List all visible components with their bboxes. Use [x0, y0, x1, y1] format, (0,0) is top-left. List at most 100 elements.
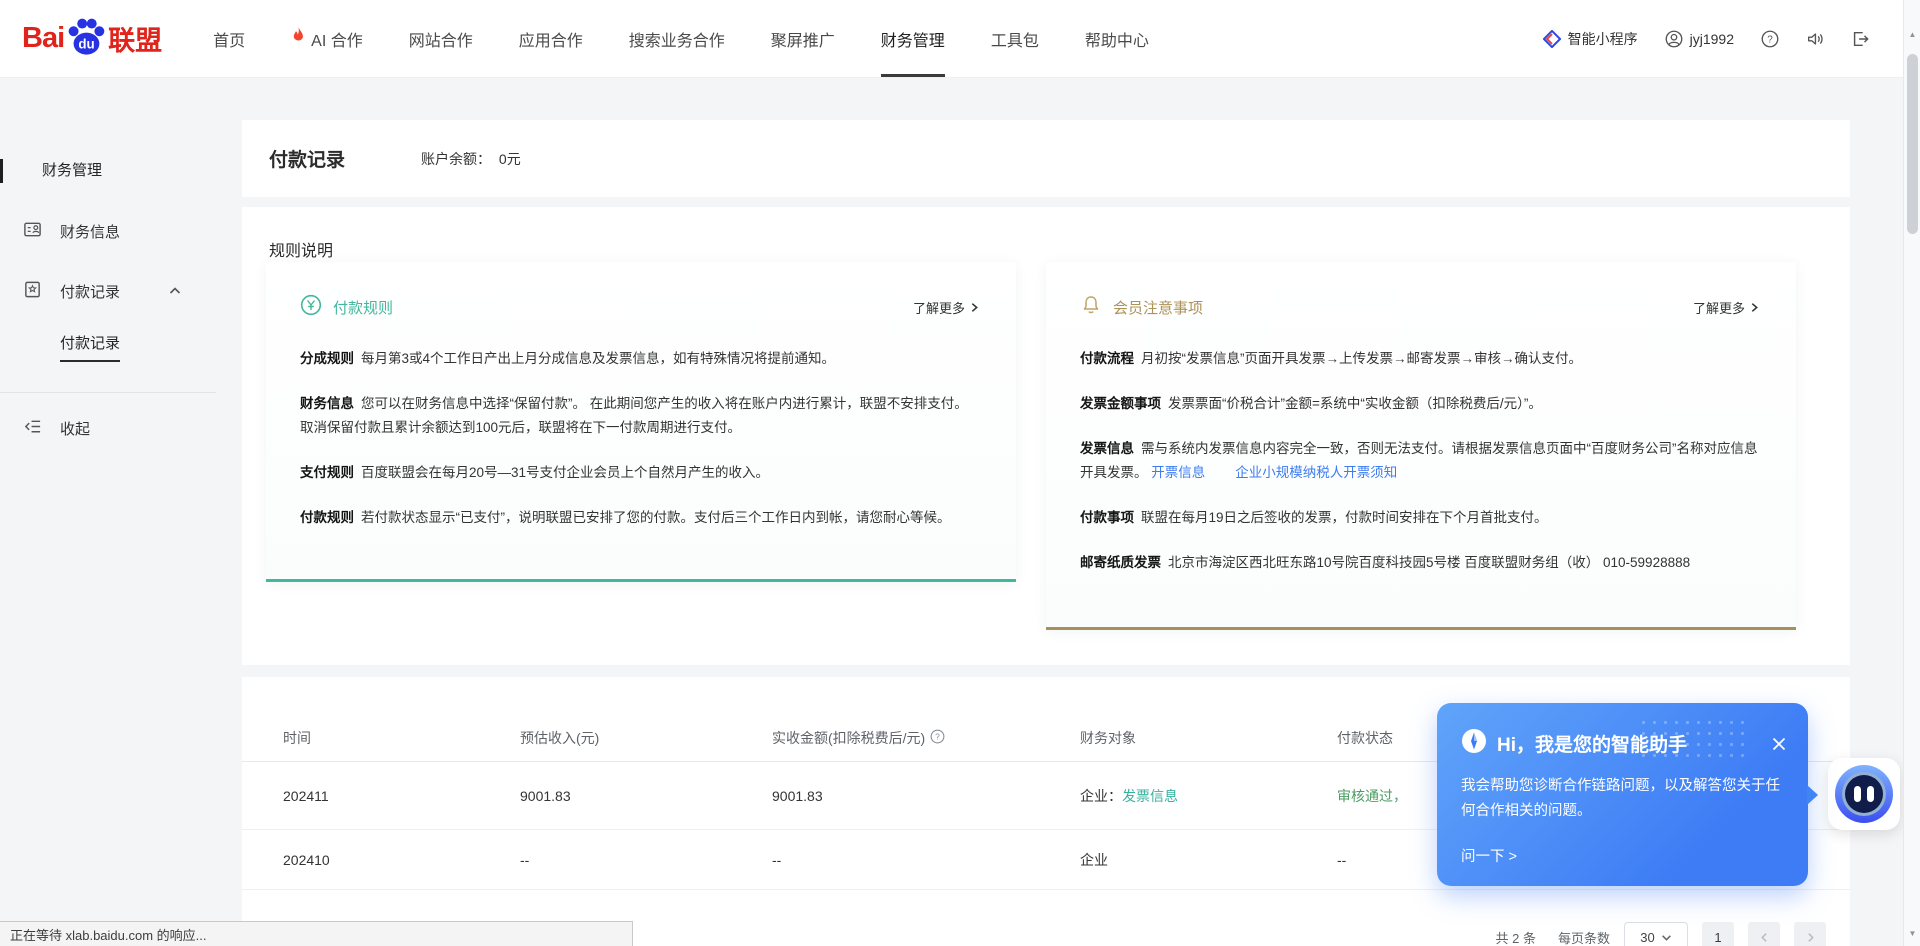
- page: Bai du 联盟 首页 AI 合作: [0, 0, 1920, 946]
- sound-icon[interactable]: [1806, 30, 1824, 48]
- assistant-title: Hi，我是您的智能助手: [1497, 730, 1687, 757]
- scroll-up-arrow-icon[interactable]: ▲: [1904, 26, 1920, 43]
- flame-icon: [291, 27, 306, 50]
- rule-item: 分成规则每月第3或4个工作日产出上月分成信息及发票信息，如有特殊情况将提前通知。: [300, 347, 980, 371]
- nav-label: 网站合作: [409, 27, 473, 51]
- invoice-info-table-link[interactable]: 发票信息: [1122, 786, 1178, 806]
- baidu-union-logo[interactable]: Bai du 联盟: [22, 15, 162, 62]
- assistant-robot-button[interactable]: [1828, 758, 1900, 830]
- nav-label: 工具包: [991, 27, 1039, 51]
- user-account[interactable]: jyj1992: [1665, 30, 1734, 48]
- sidebar: 财务管理 财务信息 付款记录: [0, 78, 242, 946]
- member-notes-more-link[interactable]: 了解更多: [1693, 298, 1760, 317]
- ask-now-link[interactable]: 问一下 >: [1461, 845, 1517, 866]
- help-icon[interactable]: ?: [1761, 30, 1779, 48]
- nav-item-home[interactable]: 首页: [190, 0, 268, 77]
- rule-text: 北京市海淀区西北旺东路10号院百度科技园5号楼 百度联盟财务组（收） 010-5…: [1168, 555, 1690, 570]
- account-balance: 账户余额： 0元: [421, 149, 521, 169]
- nav-item-search-business[interactable]: 搜索业务合作: [606, 0, 748, 77]
- top-navbar: Bai du 联盟 首页 AI 合作: [0, 0, 1903, 78]
- rule-item: 发票信息需与系统内发票信息内容完全一致，否则无法支付。请根据发票信息页面中“百度…: [1080, 437, 1760, 485]
- per-page-select[interactable]: 30: [1624, 922, 1688, 946]
- sidebar-item-payment-records[interactable]: 付款记录: [0, 278, 242, 304]
- robot-face: [1842, 772, 1886, 816]
- rule-item: 付款流程月初按“发票信息”页面开具发票→上传发票→邮寄发票→审核→确认支付。: [1080, 347, 1760, 371]
- scroll-down-arrow-icon[interactable]: ▼: [1904, 925, 1920, 942]
- sidebar-title: 财务管理: [0, 158, 242, 184]
- status-text: 正在等待 xlab.baidu.com 的响应...: [10, 925, 207, 944]
- username-label: jyj1992: [1690, 31, 1734, 47]
- nav-item-app[interactable]: 应用合作: [496, 0, 606, 77]
- robot-eye: [1867, 786, 1874, 802]
- rule-item: 付款规则若付款状态显示“已支付”，说明联盟已安排了您的付款。支付后三个工作日内到…: [300, 506, 980, 530]
- nav-item-website[interactable]: 网站合作: [386, 0, 496, 77]
- rule-label: 付款流程: [1080, 351, 1134, 366]
- rules-section-title: 规则说明: [269, 237, 333, 261]
- cell-time: 202410: [283, 830, 330, 889]
- cell-time: 202411: [283, 762, 329, 829]
- cell-actual: 9001.83: [772, 762, 823, 829]
- cell-status: --: [1337, 830, 1346, 889]
- compass-icon: [1461, 728, 1487, 759]
- rule-item: 付款事项联盟在每月19日之后签收的发票，付款时间安排在下个月首批支付。: [1080, 506, 1760, 530]
- sidebar-collapse-button[interactable]: 收起: [0, 415, 242, 441]
- robot-avatar-icon: [1835, 765, 1893, 823]
- rule-label: 财务信息: [300, 396, 354, 411]
- col-header-time: 时间: [283, 715, 311, 761]
- assistant-body-text: 我会帮助您诊断合作链路问题，以及解答您关于任何合作相关的问题。: [1437, 759, 1808, 824]
- member-notes-title: 会员注意事项: [1113, 297, 1203, 318]
- small-taxpayer-notice-link[interactable]: 企业小规模纳税人开票须知: [1235, 465, 1397, 480]
- prev-page-button[interactable]: [1748, 922, 1780, 946]
- rule-item: 财务信息您可以在财务信息中选择“保留付款”。 在此期间您产生的收入将在账户内进行…: [300, 392, 980, 440]
- sidebar-divider: [0, 392, 216, 393]
- rule-text: 若付款状态显示“已支付”，说明联盟已安排了您的付款。支付后三个工作日内到帐，请您…: [361, 510, 951, 525]
- nav-label: 搜索业务合作: [629, 27, 725, 51]
- mini-program-link[interactable]: 智能小程序: [1543, 29, 1638, 49]
- invoice-info-link[interactable]: 开票信息: [1151, 465, 1205, 480]
- rule-text: 发票票面“价税合计”金额=系统中“实收金额（扣除税费后/元）”。: [1168, 396, 1542, 411]
- nav-item-ai[interactable]: AI 合作: [268, 0, 386, 77]
- question-circle-icon[interactable]: ?: [925, 729, 945, 747]
- baidu-paw-icon: du: [64, 15, 108, 62]
- rule-label: 发票金额事项: [1080, 396, 1161, 411]
- per-page-label: 每页条数: [1558, 928, 1610, 946]
- nav-item-toolkit[interactable]: 工具包: [968, 0, 1062, 77]
- active-tab-underline: [881, 74, 945, 77]
- rule-label: 发票信息: [1080, 441, 1134, 456]
- page-number-button[interactable]: 1: [1702, 922, 1734, 946]
- rule-label: 付款事项: [1080, 510, 1134, 525]
- col-header-payment-status: 付款状态: [1337, 715, 1393, 761]
- per-page-value: 30: [1640, 930, 1654, 945]
- nav-label: 聚屏推广: [771, 27, 835, 51]
- nav-item-help[interactable]: 帮助中心: [1062, 0, 1172, 77]
- assistant-popup: Hi，我是您的智能助手 我会帮助您诊断合作链路问题，以及解答您关于任何合作相关的…: [1437, 703, 1808, 886]
- logout-icon[interactable]: [1851, 30, 1869, 48]
- col-header-label: 实收金额(扣除税费后/元): [772, 728, 925, 748]
- next-page-button[interactable]: [1794, 922, 1826, 946]
- cell-estimated: 9001.83: [520, 762, 571, 829]
- col-header-estimated-income: 预估收入(元): [520, 715, 599, 761]
- rule-text: 您可以在财务信息中选择“保留付款”。 在此期间您产生的收入将在账户内进行累计，联…: [300, 396, 968, 435]
- sidebar-title-marker: [0, 159, 3, 183]
- browser-status-bar: 正在等待 xlab.baidu.com 的响应...: [0, 921, 633, 946]
- chevron-up-icon[interactable]: [168, 284, 182, 298]
- close-icon[interactable]: [1770, 735, 1788, 753]
- nav-item-finance[interactable]: 财务管理: [858, 0, 968, 77]
- browser-scrollbar[interactable]: ▲ ▼: [1903, 0, 1920, 946]
- coin-yuan-icon: [300, 294, 322, 321]
- sidebar-subitem-label: 付款记录: [60, 332, 120, 362]
- rule-label: 邮寄纸质发票: [1080, 555, 1161, 570]
- nav-item-juping[interactable]: 聚屏推广: [748, 0, 858, 77]
- rule-label: 付款规则: [300, 510, 354, 525]
- sidebar-item-finance-info[interactable]: 财务信息: [0, 218, 242, 244]
- collapse-label: 收起: [60, 418, 90, 439]
- sidebar-subitem-payment-records[interactable]: 付款记录: [0, 334, 242, 360]
- rule-item: 支付规则百度联盟会在每月20号—31号支付企业会员上个自然月产生的收入。: [300, 461, 980, 485]
- cell-actual: --: [772, 830, 781, 889]
- svg-text:?: ?: [1767, 34, 1773, 45]
- payment-rules-more-link[interactable]: 了解更多: [913, 298, 980, 317]
- robot-eye: [1854, 786, 1861, 802]
- entity-label: 企业：: [1080, 786, 1122, 806]
- scrollbar-thumb[interactable]: [1907, 54, 1918, 234]
- rule-item: 邮寄纸质发票北京市海淀区西北旺东路10号院百度科技园5号楼 百度联盟财务组（收）…: [1080, 551, 1760, 575]
